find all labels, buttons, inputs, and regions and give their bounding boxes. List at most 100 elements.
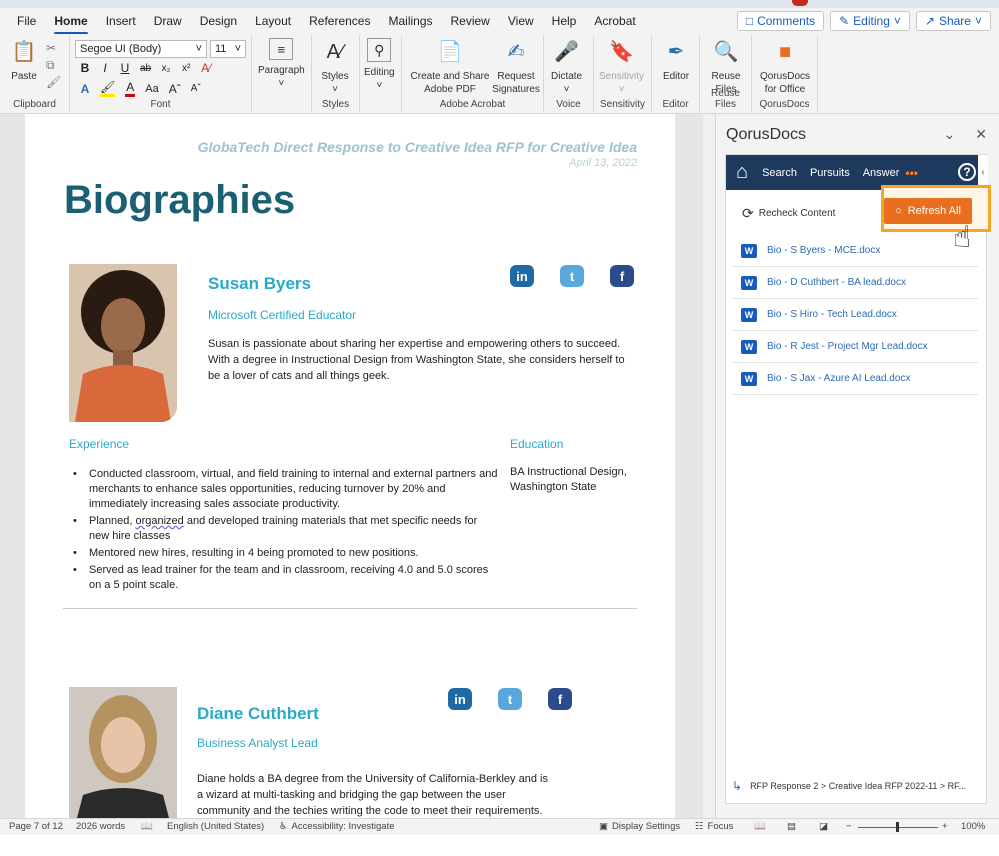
font-color-icon[interactable]: A: [125, 80, 136, 97]
nav-answer[interactable]: Answer: [863, 167, 900, 179]
focus-button[interactable]: ☷ Focus: [695, 821, 733, 832]
sensitivity-label: Sensitivity: [599, 71, 645, 82]
nav-pursuits[interactable]: Pursuits: [810, 167, 850, 179]
nav-search[interactable]: Search: [762, 167, 797, 179]
word-doc-icon: W: [741, 243, 757, 258]
tab-home[interactable]: Home: [45, 10, 96, 35]
experience-heading: Experience: [69, 437, 130, 451]
help-icon[interactable]: ?: [958, 163, 976, 181]
font-format-row: B I U ab x₂ x² A⁄: [80, 61, 211, 75]
web-layout-icon[interactable]: ◪: [819, 821, 828, 832]
magnifier-icon: ⚲: [367, 38, 392, 62]
copy-icon[interactable]: ⧉: [46, 57, 61, 74]
tab-design[interactable]: Design: [191, 10, 246, 32]
editing-mode-button[interactable]: ✎ Editing ˅: [830, 11, 910, 31]
editing-button[interactable]: ⚲ Editing ˅: [364, 38, 395, 92]
underline-icon[interactable]: U: [120, 61, 130, 75]
styles-button[interactable]: A∕ Styles ˅: [321, 38, 349, 96]
word-doc-icon: W: [741, 275, 757, 290]
paste-icon: 📋: [11, 40, 37, 63]
create-pdf-button[interactable]: 📄 Create and Share Adobe PDF: [410, 38, 490, 96]
facebook-icon[interactable]: f: [548, 688, 572, 710]
page-title: Biographies: [64, 178, 296, 222]
chevron-down-icon: ˅: [332, 84, 338, 95]
file-item[interactable]: W Bio - R Jest - Project Mgr Lead.docx: [733, 331, 978, 363]
superscript-icon[interactable]: x²: [181, 63, 191, 74]
editor-button[interactable]: ✒ Editor: [662, 38, 690, 83]
share-button[interactable]: ↗ Share ˅: [915, 11, 991, 31]
paste-button[interactable]: 📋 Paste: [10, 38, 38, 83]
italic-icon[interactable]: I: [100, 61, 110, 75]
page-count[interactable]: Page 7 of 12: [9, 821, 63, 832]
tab-review[interactable]: Review: [442, 10, 499, 32]
highlight-icon[interactable]: 🖌: [100, 80, 116, 97]
document-scrollbar[interactable]: [703, 114, 715, 818]
font-family-select[interactable]: Segoe UI (Body) ˅: [75, 40, 207, 58]
tab-mailings[interactable]: Mailings: [379, 10, 441, 32]
read-mode-icon[interactable]: 📖: [754, 821, 766, 832]
tab-insert[interactable]: Insert: [97, 10, 145, 32]
qorusdocs-button[interactable]: ■ QorusDocs for Office: [758, 38, 812, 96]
print-layout-icon[interactable]: ▤: [787, 821, 796, 832]
tab-help[interactable]: Help: [543, 10, 586, 32]
twitter-icon[interactable]: t: [498, 688, 522, 710]
file-item[interactable]: W Bio - S Byers - MCE.docx: [733, 235, 978, 267]
cut-icon[interactable]: ✂: [46, 40, 61, 57]
qorusdocs-group-label: QorusDocs: [759, 99, 810, 110]
change-case-icon[interactable]: Aa: [145, 83, 158, 95]
file-item[interactable]: W Bio - S Hiro - Tech Lead.docx: [733, 299, 978, 331]
language-status[interactable]: English (United States): [167, 821, 264, 832]
file-item[interactable]: W Bio - D Cuthbert - BA lead.docx: [733, 267, 978, 299]
subscript-icon[interactable]: x₂: [161, 63, 171, 74]
recheck-content-button[interactable]: ⟳ Recheck Content: [742, 205, 835, 222]
sensitivity-button[interactable]: 🔖 Sensitivity ˅: [599, 38, 644, 96]
tab-draw[interactable]: Draw: [145, 10, 191, 32]
word-count[interactable]: 2026 words: [76, 821, 125, 832]
refresh-all-label: Refresh All: [907, 205, 961, 217]
accessibility-status[interactable]: ♿ Accessibility: Investigate: [279, 821, 395, 832]
focus-icon: ☷: [695, 821, 704, 832]
strikethrough-icon[interactable]: ab: [140, 63, 151, 74]
clear-formatting-icon[interactable]: A⁄: [201, 61, 211, 75]
display-settings-button[interactable]: ▣ Display Settings: [599, 821, 680, 832]
profile-badge[interactable]: [792, 0, 808, 6]
zoom-slider-thumb[interactable]: [896, 822, 899, 832]
zoom-in-icon[interactable]: +: [942, 821, 948, 832]
signature-icon: ✍: [507, 40, 525, 63]
dictate-button[interactable]: 🎤 Dictate ˅: [551, 38, 582, 96]
shrink-font-icon[interactable]: Aˇ: [191, 83, 201, 94]
more-options-icon[interactable]: •••: [905, 166, 918, 180]
text-effects-icon[interactable]: A: [80, 82, 90, 96]
tab-references[interactable]: References: [300, 10, 379, 32]
tab-view[interactable]: View: [499, 10, 543, 32]
comments-button[interactable]: □ Comments: [736, 11, 825, 31]
display-settings-label: Display Settings: [611, 821, 681, 832]
facebook-icon[interactable]: f: [610, 265, 634, 287]
document-page[interactable]: GlobaTech Direct Response to Creative Id…: [25, 114, 675, 818]
chevron-down-icon[interactable]: ⌄: [944, 126, 956, 143]
request-signatures-button[interactable]: ✍ Request Signatures: [492, 38, 540, 96]
spelling-flag[interactable]: organized: [135, 515, 183, 527]
home-icon[interactable]: ⌂: [736, 161, 748, 184]
linkedin-icon[interactable]: in: [510, 265, 534, 287]
create-pdf-label: Create and Share Adobe PDF: [410, 71, 490, 95]
twitter-icon[interactable]: t: [560, 265, 584, 287]
zoom-out-icon[interactable]: −: [846, 821, 852, 832]
proofing-icon[interactable]: 📖: [141, 821, 153, 832]
font-size-select[interactable]: 11 ˅: [210, 40, 246, 58]
breadcrumb[interactable]: ↳ RFP Response 2 > Creative Idea RFP 202…: [732, 779, 966, 793]
tab-acrobat[interactable]: Acrobat: [585, 10, 644, 32]
focus-label: Focus: [707, 821, 734, 832]
tab-layout[interactable]: Layout: [246, 10, 300, 32]
paragraph-button[interactable]: ≡ Paragraph ˅: [258, 38, 305, 90]
zoom-level[interactable]: 100%: [961, 821, 985, 832]
grow-font-icon[interactable]: Aˆ: [169, 82, 181, 96]
file-item[interactable]: W Bio - S Jax - Azure AI Lead.docx: [733, 363, 978, 395]
editor-pen-icon: ✒: [667, 40, 685, 63]
bold-icon[interactable]: B: [80, 61, 90, 75]
tab-file[interactable]: File: [8, 10, 45, 32]
create-pdf-icon: 📄: [437, 40, 463, 63]
close-icon[interactable]: ✕: [975, 126, 987, 143]
linkedin-icon[interactable]: in: [448, 688, 472, 710]
format-painter-icon[interactable]: 🖌: [46, 74, 61, 91]
